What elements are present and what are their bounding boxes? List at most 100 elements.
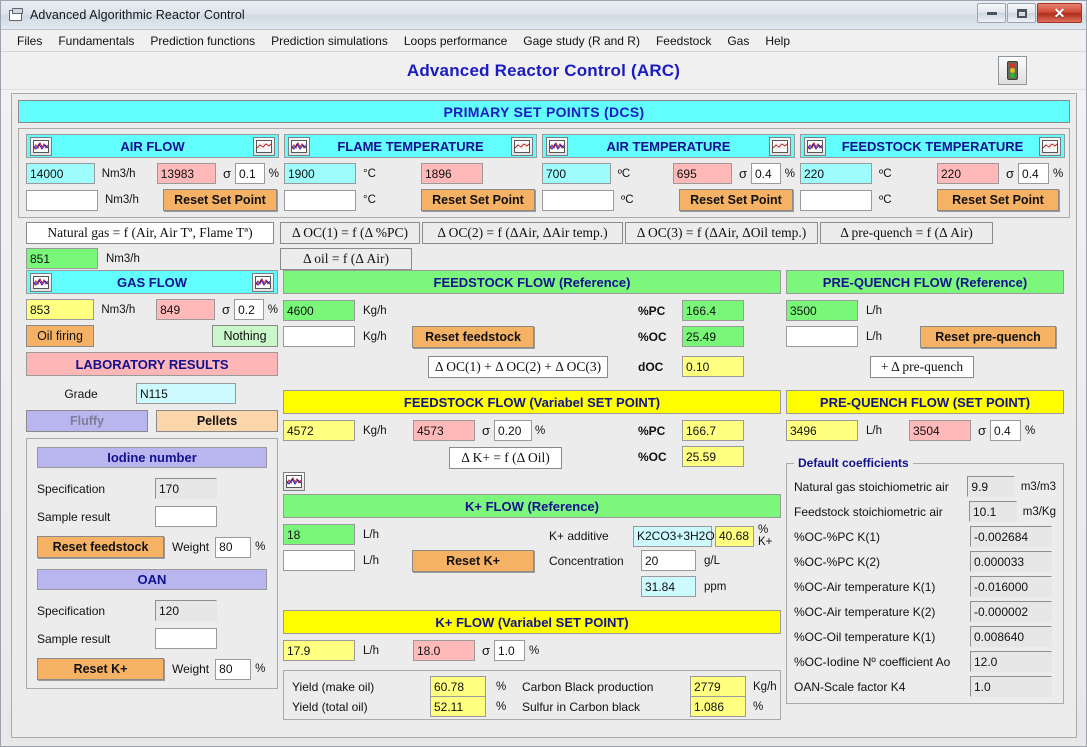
air-temperature-sigma-percent: % <box>784 167 796 180</box>
traffic-light-button[interactable] <box>998 56 1027 85</box>
flame-temperature-setpoint-input[interactable]: 1900 <box>284 163 356 184</box>
oil-firing-indicator[interactable]: Oil firing <box>26 325 94 347</box>
feedstock-setpoint-sigma-input[interactable]: 0.20 <box>494 420 533 441</box>
air-temperature-sigma-label: σ <box>738 166 747 181</box>
menu-item-help[interactable]: Help <box>757 32 798 50</box>
prequench-setpoint-sigma-label: σ <box>978 423 987 438</box>
air-temperature-sigma-input[interactable]: 0.4 <box>750 163 781 184</box>
air-flow-reset-setpoint-button[interactable]: Reset Set Point <box>163 189 277 211</box>
air-temperature-reset-setpoint-button[interactable]: Reset Set Point <box>679 189 793 211</box>
air-temperature-new-value-input[interactable] <box>542 189 614 211</box>
maximize-button[interactable] <box>1007 3 1036 23</box>
feedstock-temperature-reset-setpoint-button[interactable]: Reset Set Point <box>937 189 1059 211</box>
oan-reset-k-button[interactable]: Reset K+ <box>37 658 164 680</box>
nothing-indicator[interactable]: Nothing <box>212 325 278 347</box>
prequench-setpoint-value-input[interactable]: 3496 <box>786 420 858 441</box>
formula-prequench[interactable]: Δ pre-quench = f (Δ Air) <box>820 222 993 244</box>
menu-item-feedstock[interactable]: Feedstock <box>648 32 719 50</box>
formula-oc2[interactable]: Δ OC(2) = f (ΔAir, ΔAir temp.) <box>422 222 623 244</box>
grade-value-input[interactable]: N115 <box>136 383 236 404</box>
air-temperature-setpoint-input[interactable]: 700 <box>542 163 611 184</box>
feedstock-temperature-new-value-input[interactable] <box>800 189 872 211</box>
feedstock-temperature-trend-icon-left[interactable] <box>804 137 826 156</box>
menu-item-fundamentals[interactable]: Fundamentals <box>50 32 142 50</box>
formula-oc3[interactable]: Δ OC(3) = f (ΔAir, ΔOil temp.) <box>625 222 818 244</box>
minimize-button[interactable] <box>977 3 1006 23</box>
feedstock-reference-value-input[interactable]: 4600 <box>283 300 355 321</box>
k-setpoint-body: 17.9 L/h 18.0 σ 1.0 % <box>283 640 781 661</box>
flame-temperature-new-value-input[interactable] <box>284 189 356 211</box>
formula-oil[interactable]: Δ oil = f (Δ Air) <box>280 248 412 270</box>
prequench-reference-new-value-input[interactable] <box>786 326 858 347</box>
yield-total-oil-value: 52.11 <box>430 696 486 717</box>
pellets-button[interactable]: Pellets <box>156 410 278 432</box>
reset-prequench-button[interactable]: Reset pre-quench <box>920 326 1056 348</box>
coeff-value-5[interactable]: -0.000002 <box>970 601 1052 622</box>
formula-natural-gas[interactable]: Natural gas = f (Air, Air Tª, Flame Tª) <box>26 222 274 244</box>
feedstock-setpoint-value-input[interactable]: 4572 <box>283 420 355 441</box>
air-flow-sigma-label: σ <box>222 166 231 181</box>
lab-measurements-box: Iodine number Specification 170 Sample r… <box>26 438 278 689</box>
air-flow-trend-icon-right[interactable] <box>253 137 275 156</box>
k-reference-new-value-input[interactable] <box>283 550 355 571</box>
coeff-value-7[interactable]: 12.0 <box>970 651 1052 672</box>
reset-feedstock-button[interactable]: Reset feedstock <box>412 326 534 348</box>
menu-item-gas[interactable]: Gas <box>719 32 757 50</box>
feedstock-reference-new-value-input[interactable] <box>283 326 355 347</box>
iodine-sample-result-input[interactable] <box>155 506 217 527</box>
formula-delta-k[interactable]: Δ K+ = f (Δ Oil) <box>449 447 562 469</box>
menu-item-prediction-simulations[interactable]: Prediction simulations <box>263 32 396 50</box>
flame-temperature-trend-icon-left[interactable] <box>288 137 310 156</box>
feedstock-temperature-sigma-input[interactable]: 0.4 <box>1018 163 1050 184</box>
k-setpoint-value-input[interactable]: 17.9 <box>283 640 355 661</box>
menu-item-loops-performance[interactable]: Loops performance <box>396 32 515 50</box>
oan-weight-input[interactable]: 80 <box>215 658 252 680</box>
oan-sample-result-input[interactable] <box>155 628 217 649</box>
coeff-value-3[interactable]: 0.000033 <box>970 551 1052 572</box>
air-temperature-trend-icon-right[interactable] <box>769 137 791 156</box>
feedstock-temperature-trend-icon-right[interactable] <box>1039 137 1061 156</box>
feedstock-reference-pc-label: %PC <box>638 303 666 318</box>
k-concentration-input[interactable]: 20 <box>641 550 696 571</box>
page-title: Advanced Reactor Control (ARC) <box>406 60 681 80</box>
prequench-setpoint-sigma-input[interactable]: 0.4 <box>990 420 1022 441</box>
gas-flow-setpoint-input[interactable]: 853 <box>26 299 95 320</box>
coeff-value-8[interactable]: 1.0 <box>970 676 1052 697</box>
k-reference-value-input[interactable]: 18 <box>283 524 355 545</box>
formula-oc-sum[interactable]: Δ OC(1) + Δ OC(2) + Δ OC(3) <box>428 356 608 378</box>
fluffy-button[interactable]: Fluffy <box>26 410 148 432</box>
feedstock-setpoint-sigma-label: σ <box>482 423 491 438</box>
application-window: Advanced Algorithmic Reactor Control ✕ F… <box>0 0 1087 747</box>
feedstock-temperature-setpoint-input[interactable]: 220 <box>800 163 872 184</box>
gas-flow-trend-icon-left[interactable] <box>30 273 52 292</box>
close-button[interactable]: ✕ <box>1037 3 1082 23</box>
air-temperature-trend-icon-left[interactable] <box>546 137 568 156</box>
coeff-value-6[interactable]: 0.008640 <box>970 626 1052 647</box>
k-setpoint-sigma-input[interactable]: 1.0 <box>494 640 526 661</box>
air-flow-new-value-input[interactable] <box>26 189 98 211</box>
menu-item-files[interactable]: Files <box>9 32 50 50</box>
feedstock-reference-pc-value: 166.4 <box>682 300 744 321</box>
formula-oc1[interactable]: Δ OC(1) = f (Δ %PC) <box>280 222 420 244</box>
iodine-weight-input[interactable]: 80 <box>215 536 252 558</box>
flame-temperature-trend-icon-right[interactable] <box>511 137 533 156</box>
feedstock-setpoint-trend-icon[interactable] <box>283 472 305 491</box>
feedstock-reference-doc-label: dOC <box>638 359 664 374</box>
coeff-value-0[interactable]: 9.9 <box>967 476 1015 497</box>
menu-item-gage-study[interactable]: Gage study (R and R) <box>515 32 648 50</box>
formula-plus-prequench[interactable]: + Δ pre-quench <box>870 356 974 378</box>
menu-item-prediction-functions[interactable]: Prediction functions <box>142 32 263 50</box>
air-flow-trend-icon-left[interactable] <box>30 137 52 156</box>
gas-flow-sigma-input[interactable]: 0.2 <box>234 299 264 320</box>
flame-temperature-reset-setpoint-button[interactable]: Reset Set Point <box>421 189 535 211</box>
prequench-reference-value-input[interactable]: 3500 <box>786 300 858 321</box>
reset-k-button[interactable]: Reset K+ <box>412 550 534 572</box>
coeff-value-2[interactable]: -0.002684 <box>970 526 1052 547</box>
coeff-value-4[interactable]: -0.016000 <box>970 576 1052 597</box>
air-flow-sigma-input[interactable]: 0.1 <box>234 163 265 184</box>
iodine-reset-feedstock-button[interactable]: Reset feedstock <box>37 536 164 558</box>
gas-flow-trend-icon-right[interactable] <box>252 273 274 292</box>
air-flow-setpoint-input[interactable]: 14000 <box>26 163 95 184</box>
k-additive-percent-unit: % K+ <box>758 524 773 548</box>
coeff-value-1[interactable]: 10.1 <box>968 501 1017 522</box>
